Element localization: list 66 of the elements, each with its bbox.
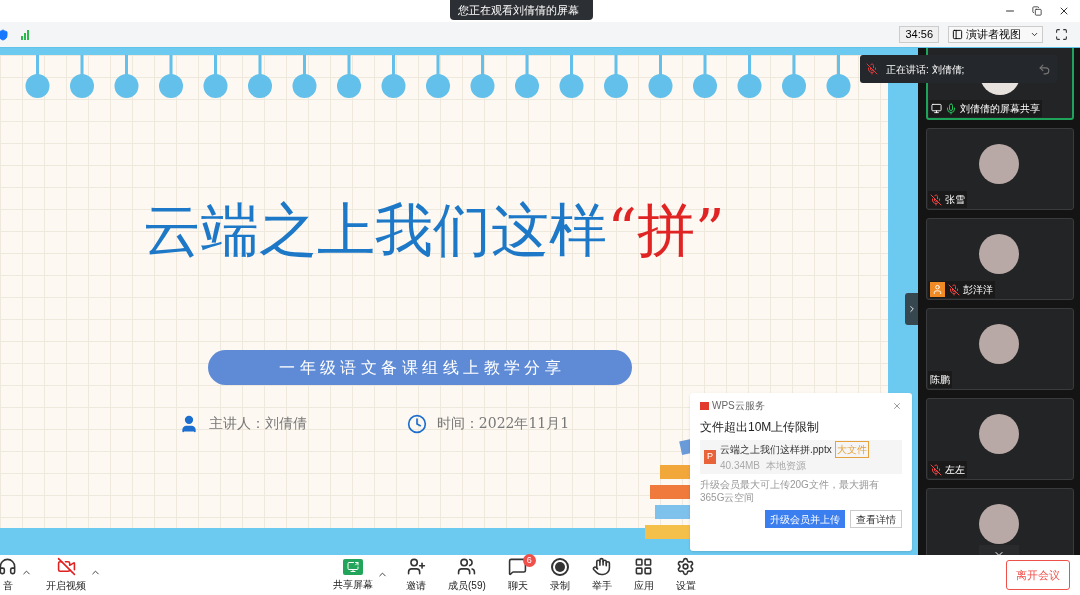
share-screen-icon	[343, 558, 363, 575]
avatar-placeholder	[979, 324, 1019, 364]
popup-action-button[interactable]: 升级会员并上传	[765, 510, 845, 528]
apps-icon	[634, 557, 654, 576]
members-icon	[457, 557, 477, 576]
participant-name: 左左	[945, 463, 965, 477]
toolbar-button[interactable]: 开启视频	[42, 557, 90, 593]
participant-tile[interactable]: 左左	[926, 398, 1074, 480]
participant-tile[interactable]: 张雪	[926, 128, 1074, 210]
participant-tile[interactable]: 彭洋洋	[926, 218, 1074, 300]
close-icon[interactable]	[1058, 5, 1070, 17]
title-highlight: “拼”	[607, 201, 725, 259]
record-icon	[550, 557, 569, 576]
file-tag: 大文件	[834, 441, 869, 458]
participant-tile[interactable]	[926, 488, 1074, 555]
toolbar-button[interactable]: 举手	[587, 557, 616, 593]
screen-share-icon	[931, 103, 942, 114]
hand-icon	[592, 557, 612, 576]
clock-icon	[406, 413, 427, 434]
restore-icon[interactable]	[1032, 6, 1042, 16]
presentation-file-icon: P	[704, 450, 716, 464]
shield-icon[interactable]	[0, 28, 9, 41]
participant-tile[interactable]: 陈鹏	[926, 308, 1074, 390]
viewing-banner: 您正在观看刘倩倩的屏幕	[450, 0, 593, 20]
leave-meeting-button[interactable]: 离开会议	[1006, 560, 1070, 590]
participant-name: 张雪	[945, 193, 965, 207]
popup-heading: 文件超出10M上传限制	[700, 419, 821, 436]
caret-icon	[1030, 30, 1039, 39]
toolbar-button[interactable]: 设置	[671, 557, 700, 593]
wps-logo-icon	[700, 401, 709, 410]
popup-note: 升级会员最大可上传20G文件，最大拥有365G云空间	[700, 478, 880, 504]
undo-icon[interactable]	[1038, 62, 1051, 76]
signal-icon	[21, 29, 29, 40]
slide-title: 云端之上我们这样	[143, 201, 608, 259]
audio-icon	[0, 557, 17, 576]
date-text: 时间：2022年11月1	[436, 414, 570, 433]
presenter-text: 主讲人：刘倩倩	[208, 414, 307, 433]
expand-panel-handle[interactable]	[905, 293, 918, 325]
subtitle-banner: 一 年 级 语 文 备 课 组 线 上 教 学 分 享	[208, 350, 632, 385]
meeting-timer: 34:56	[899, 26, 939, 43]
fullscreen-icon[interactable]	[1055, 28, 1068, 41]
file-name: 云端之上我们这样拼.pptx	[720, 443, 832, 457]
avatar-placeholder	[979, 144, 1019, 184]
toolbar-button[interactable]: 邀请	[402, 557, 430, 593]
view-mode-dropdown[interactable]: 演讲者视图	[948, 26, 1043, 43]
invite-icon	[406, 557, 426, 576]
toolbar-button[interactable]: 成员(59)	[444, 557, 490, 593]
participant-name: 彭洋洋	[963, 283, 993, 297]
host-icon	[930, 282, 945, 297]
file-meta: 40.34MB 本地资源	[720, 459, 807, 473]
toolbar-button[interactable]: 音	[0, 557, 21, 593]
camera-off-icon	[56, 557, 76, 576]
toolbar-button[interactable]: 应用	[629, 557, 658, 593]
avatar-placeholder	[979, 504, 1019, 544]
settings-icon	[676, 557, 696, 576]
avatar-placeholder	[979, 234, 1019, 274]
popup-action-button[interactable]: 查看详情	[850, 510, 902, 528]
popup-brand: WPS云服务	[712, 399, 765, 413]
unread-badge: 6	[522, 554, 536, 567]
participant-name: 陈鹏	[930, 373, 950, 387]
chat-icon	[508, 557, 528, 576]
avatar-placeholder	[979, 414, 1019, 454]
toolbar-button[interactable]: 共享屏幕	[329, 558, 377, 592]
toolbar-button[interactable]: 录制	[545, 557, 574, 593]
participant-name: 刘倩倩的屏幕共享	[960, 102, 1040, 116]
layout-icon	[952, 29, 963, 40]
